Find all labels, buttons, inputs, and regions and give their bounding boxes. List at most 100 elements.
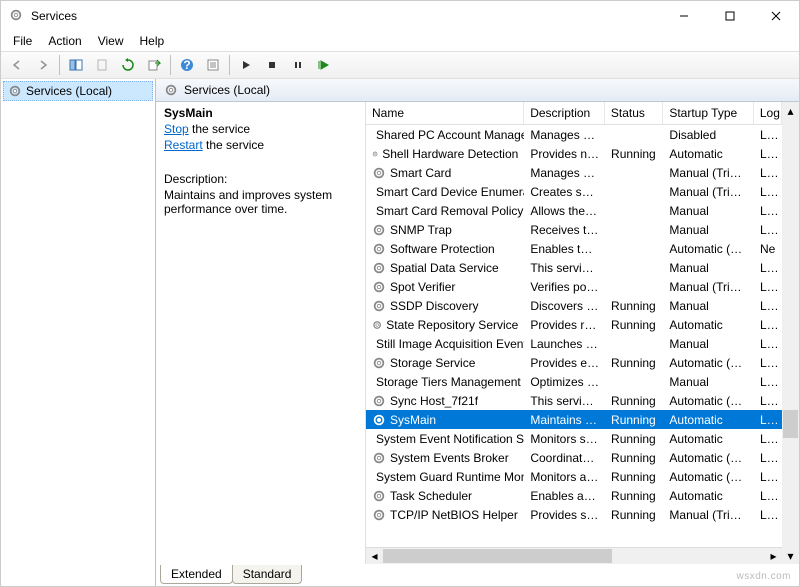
service-row[interactable]: Software ProtectionEnables the ...Automa… (366, 239, 782, 258)
cell-startup: Automatic (663, 488, 754, 504)
gear-icon (372, 489, 386, 503)
cell-status (605, 286, 663, 288)
service-row[interactable]: State Repository ServiceProvides req...R… (366, 315, 782, 334)
column-description[interactable]: Description (524, 102, 605, 124)
column-startup-type[interactable]: Startup Type (663, 102, 754, 124)
cell-status: Running (605, 469, 663, 485)
panel-header-title: Services (Local) (184, 83, 270, 97)
cell-startup: Automatic (De... (663, 355, 754, 371)
cell-logon: Loc (754, 127, 782, 143)
gear-icon (372, 242, 386, 256)
cell-name: Storage Tiers Management (366, 374, 524, 390)
service-row[interactable]: Smart CardManages ac...Manual (Trigg...L… (366, 163, 782, 182)
tab-extended[interactable]: Extended (160, 565, 233, 584)
forward-button[interactable] (31, 54, 55, 76)
tree-item-services-local[interactable]: Services (Local) (3, 81, 153, 101)
column-log-on-as[interactable]: Log On As (754, 102, 782, 124)
gear-icon (8, 84, 22, 98)
scroll-left-arrow[interactable]: ◂ (366, 548, 383, 564)
restart-service-button[interactable] (312, 54, 336, 76)
gear-icon (372, 356, 386, 370)
cell-name: Storage Service (366, 355, 524, 371)
cell-name: Task Scheduler (366, 488, 524, 504)
column-status[interactable]: Status (605, 102, 663, 124)
cell-startup: Manual (Trigg... (663, 279, 754, 295)
scroll-down-arrow[interactable]: ▾ (782, 547, 799, 564)
stop-service-button[interactable] (260, 54, 284, 76)
refresh-button[interactable] (116, 54, 140, 76)
export-button[interactable] (142, 54, 166, 76)
cell-name: Smart Card Removal Policy (366, 203, 524, 219)
maximize-button[interactable] (707, 1, 753, 31)
window-title: Services (31, 9, 661, 23)
service-row[interactable]: SysMainMaintains a...RunningAutomaticLoc (366, 410, 782, 429)
delete-button[interactable] (90, 54, 114, 76)
menu-help[interactable]: Help (132, 32, 173, 50)
back-button[interactable] (5, 54, 29, 76)
service-row[interactable]: Sync Host_7f21fThis service ...RunningAu… (366, 391, 782, 410)
service-row[interactable]: Task SchedulerEnables a us...RunningAuto… (366, 486, 782, 505)
selected-service-name: SysMain (164, 106, 357, 120)
cell-logon: Loc (754, 260, 782, 276)
service-row[interactable]: Smart Card Removal PolicyAllows the s...… (366, 201, 782, 220)
service-row[interactable]: Shared PC Account ManagerManages pr...Di… (366, 125, 782, 144)
cell-description: Provides req... (524, 317, 605, 333)
gear-icon (372, 166, 386, 180)
minimize-button[interactable] (661, 1, 707, 31)
cell-logon: Loc (754, 298, 782, 314)
cell-name: Spatial Data Service (366, 260, 524, 276)
cell-startup: Manual (663, 203, 754, 219)
cell-name: SSDP Discovery (366, 298, 524, 314)
service-row[interactable]: SNMP TrapReceives tra...ManualLoc (366, 220, 782, 239)
gear-icon (372, 451, 386, 465)
cell-logon: Loc (754, 393, 782, 409)
service-row[interactable]: SSDP DiscoveryDiscovers ne...RunningManu… (366, 296, 782, 315)
cell-name: SNMP Trap (366, 222, 524, 238)
service-row[interactable]: Still Image Acquisition EventsLaunches a… (366, 334, 782, 353)
scroll-up-arrow[interactable]: ▴ (782, 102, 799, 119)
start-service-button[interactable] (234, 54, 258, 76)
cell-startup: Automatic (Tri... (663, 450, 754, 466)
service-row[interactable]: Storage Tiers ManagementOptimizes th...M… (366, 372, 782, 391)
service-row[interactable]: TCP/IP NetBIOS HelperProvides sup...Runn… (366, 505, 782, 524)
menu-view[interactable]: View (90, 32, 132, 50)
properties-button[interactable] (201, 54, 225, 76)
service-row[interactable]: System Guard Runtime Mon...Monitors an..… (366, 467, 782, 486)
scroll-thumb[interactable] (783, 410, 798, 438)
horizontal-scrollbar[interactable]: ◂ ▸ (366, 547, 782, 564)
vertical-scrollbar[interactable]: ▴ ▾ (782, 102, 799, 564)
stop-service-link[interactable]: Stop (164, 122, 189, 136)
help-button[interactable]: ? (175, 54, 199, 76)
close-button[interactable] (753, 1, 799, 31)
pause-service-button[interactable] (286, 54, 310, 76)
service-row[interactable]: Spot VerifierVerifies pote...Manual (Tri… (366, 277, 782, 296)
show-hide-tree-button[interactable] (64, 54, 88, 76)
cell-startup: Manual (663, 260, 754, 276)
restart-service-link[interactable]: Restart (164, 138, 203, 152)
cell-description: Enables a us... (524, 488, 605, 504)
cell-startup: Manual (Trigg... (663, 507, 754, 523)
service-row[interactable]: Storage ServiceProvides ena...RunningAut… (366, 353, 782, 372)
menu-action[interactable]: Action (40, 32, 89, 50)
scroll-right-arrow[interactable]: ▸ (765, 548, 782, 564)
service-row[interactable]: Shell Hardware DetectionProvides not...R… (366, 144, 782, 163)
service-row[interactable]: Spatial Data ServiceThis service i...Man… (366, 258, 782, 277)
tab-standard[interactable]: Standard (232, 565, 303, 584)
cell-startup: Automatic (663, 412, 754, 428)
service-row[interactable]: System Events BrokerCoordinates ...Runni… (366, 448, 782, 467)
cell-logon: Loc (754, 412, 782, 428)
cell-description: Manages pr... (524, 127, 605, 143)
menu-file[interactable]: File (5, 32, 40, 50)
cell-logon: Loc (754, 488, 782, 504)
service-row[interactable]: System Event Notification S...Monitors s… (366, 429, 782, 448)
cell-name: Shared PC Account Manager (366, 127, 524, 143)
cell-name: System Events Broker (366, 450, 524, 466)
cell-startup: Automatic (De... (663, 469, 754, 485)
column-name[interactable]: Name (366, 102, 524, 124)
view-tabs: Extended Standard (156, 564, 799, 586)
service-row[interactable]: Smart Card Device Enumerat...Creates sof… (366, 182, 782, 201)
cell-name: State Repository Service (366, 317, 524, 333)
cell-startup: Automatic (De... (663, 393, 754, 409)
scroll-thumb[interactable] (383, 549, 612, 563)
cell-status (605, 134, 663, 136)
